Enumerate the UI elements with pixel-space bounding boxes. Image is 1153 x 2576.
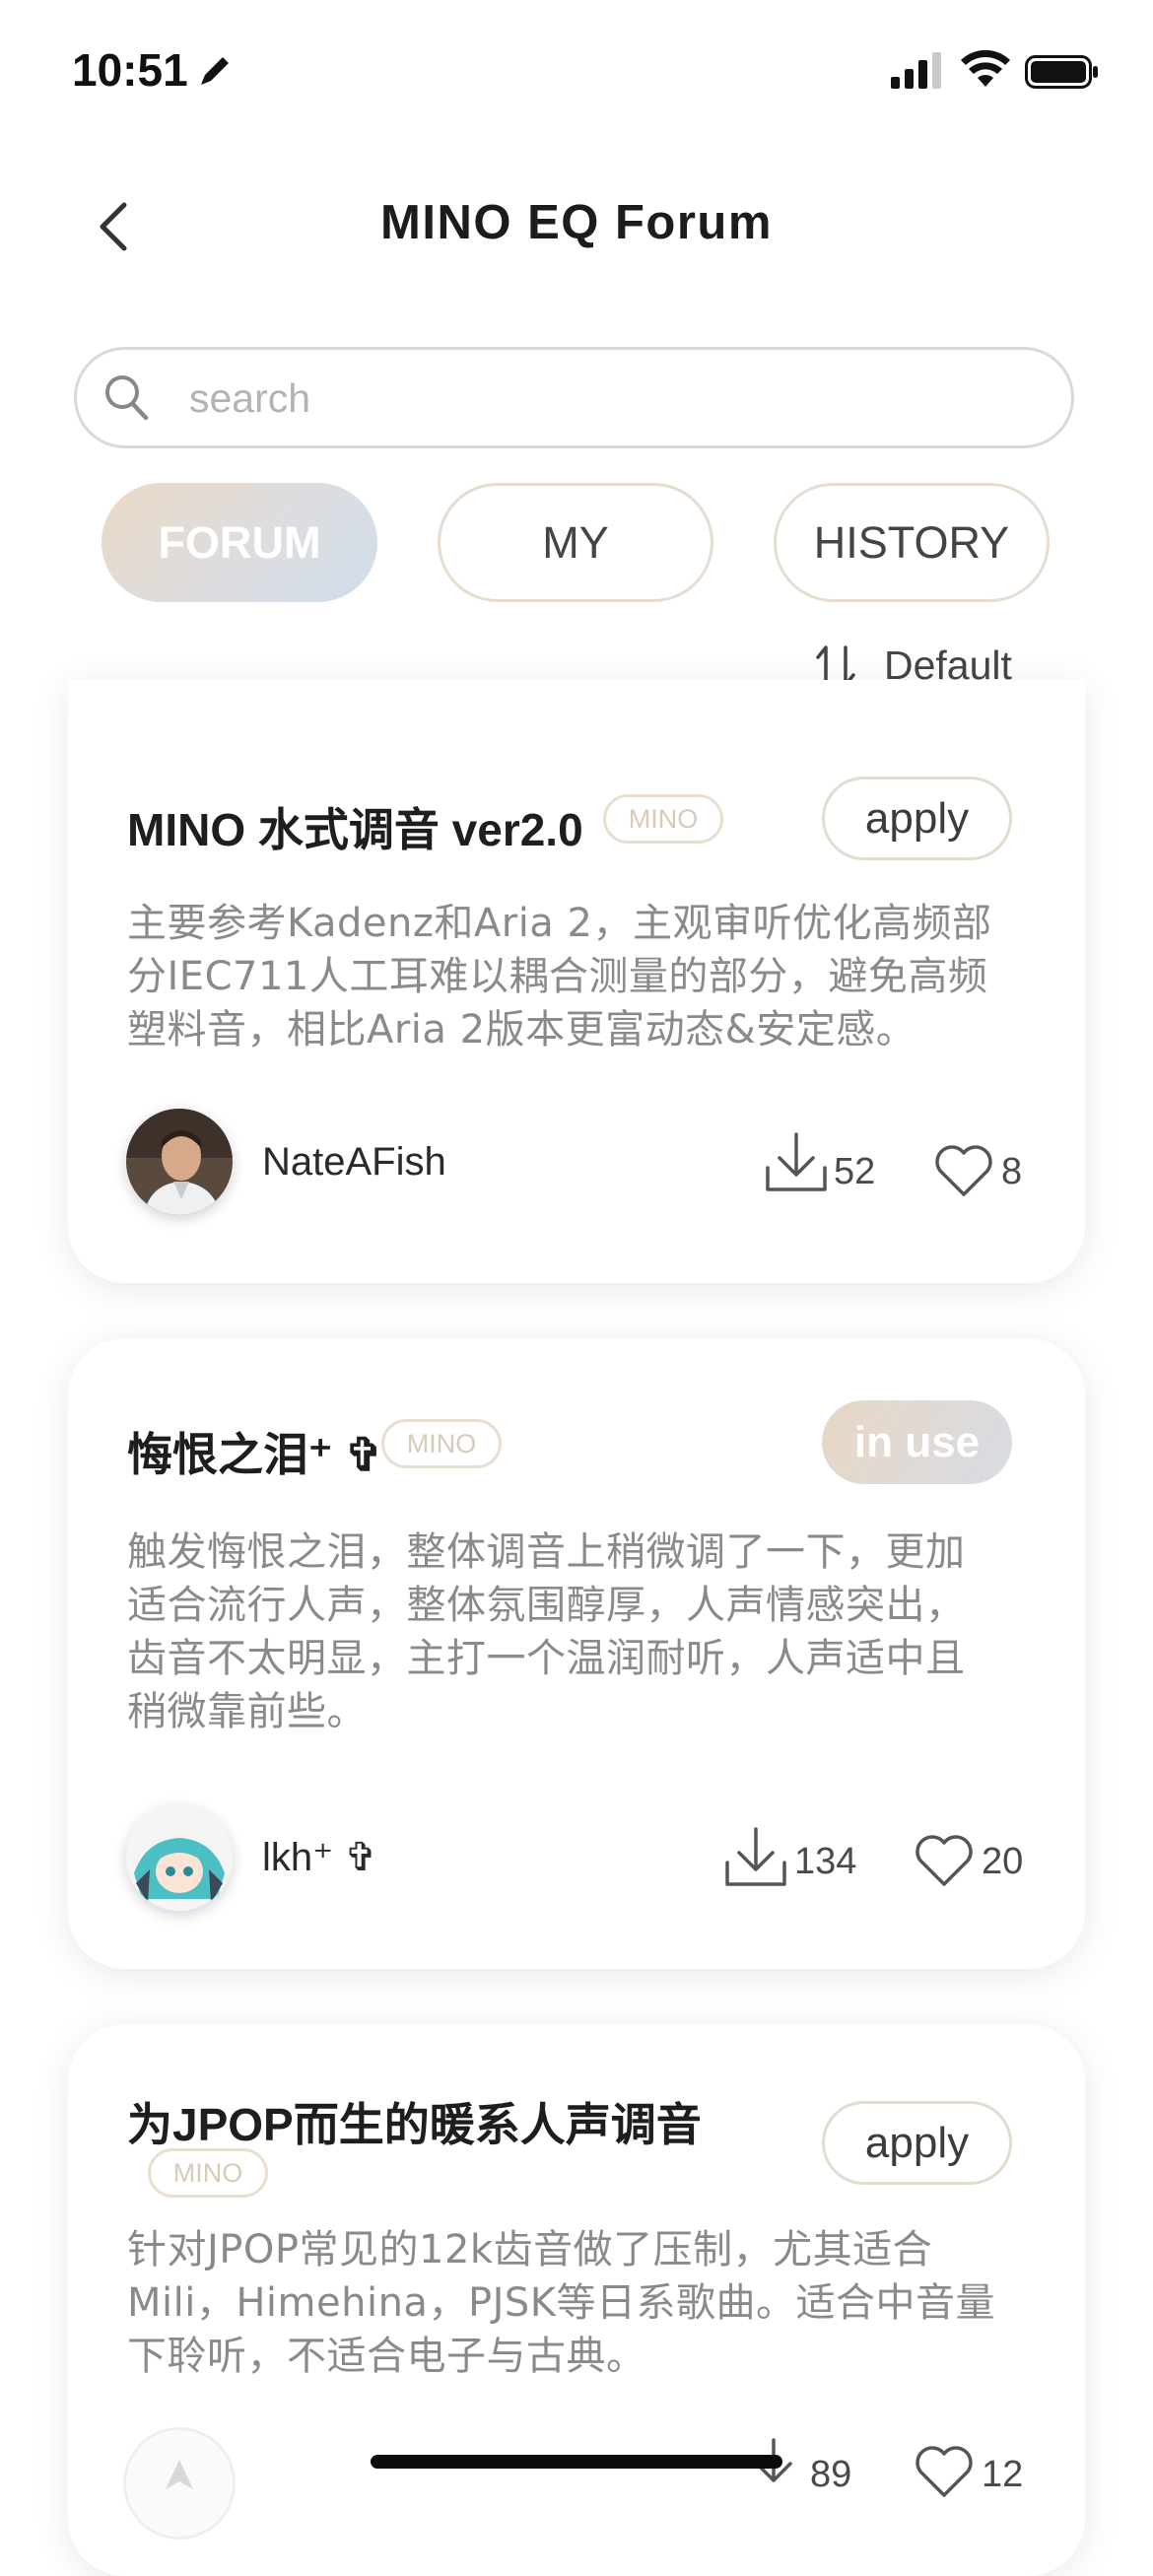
search-icon	[105, 375, 149, 421]
avatar-image	[126, 1109, 233, 1215]
brand-tag: MINO	[381, 1419, 502, 1468]
post-title: MINO 水式调音 ver2.0	[127, 804, 583, 855]
search-input[interactable]	[187, 363, 1039, 434]
download-count: 134	[794, 1841, 857, 1882]
description-line: 主要参考Kadenz和Aria 2，主观审听优化高频部	[127, 901, 992, 946]
like-count: 20	[982, 1841, 1024, 1882]
post-description: 触发悔恨之泪，整体调音上稍微调了一下，更加 适合流行人声，整体氛围醇厚，人声情感…	[127, 1525, 1024, 1738]
description-line: 分IEC711人工耳难以耦合测量的部分，避免高频	[127, 954, 988, 999]
battery-icon	[1025, 55, 1098, 89]
avatar-image	[126, 1804, 233, 1911]
heart-icon[interactable]	[914, 2444, 975, 2499]
description-line: 下聆听，不适合电子与古典。	[127, 2334, 646, 2379]
pencil-icon	[201, 57, 229, 85]
description-line: 针对JPOP常见的12k齿音做了压制，尤其适合	[127, 2227, 933, 2272]
apply-button[interactable]: apply	[822, 2101, 1012, 2185]
tab-forum[interactable]: FORUM	[102, 483, 377, 602]
description-line: 适合流行人声，整体氛围醇厚，人声情感突出，	[127, 1583, 966, 1628]
like-count: 8	[1001, 1151, 1023, 1192]
page-title: MINO EQ Forum	[380, 196, 773, 249]
tab-my[interactable]: MY	[438, 483, 713, 602]
wifi-icon	[961, 49, 1010, 87]
download-icon[interactable]	[723, 1823, 788, 1890]
description-line: 塑料音，相比Aria 2版本更富动态&安定感。	[127, 1007, 916, 1052]
description-line: 齿音不太明显，主打一个温润耐听，人声适中且	[127, 1636, 966, 1681]
brand-tag: MINO	[603, 794, 723, 844]
cellular-signal-icon	[891, 52, 941, 89]
download-icon[interactable]	[764, 1128, 829, 1195]
post-title: 悔恨之泪⁺ ✞	[127, 1429, 383, 1480]
heart-icon[interactable]	[933, 1143, 994, 1198]
brand-tag: MINO	[148, 2148, 268, 2198]
apply-button[interactable]: apply	[822, 777, 1012, 860]
avatar[interactable]	[126, 2430, 233, 2537]
avatar[interactable]	[126, 1804, 233, 1911]
download-count: 52	[834, 1151, 876, 1192]
author-name: lkh⁺ ✞	[262, 1836, 377, 1879]
post-title: 为JPOP而生的暖系人声调音	[127, 2099, 702, 2150]
tab-history[interactable]: HISTORY	[774, 483, 1050, 602]
author-name: NateAFish	[262, 1140, 446, 1184]
heart-icon[interactable]	[914, 1833, 975, 1888]
download-count: 89	[810, 2454, 852, 2495]
in-use-button[interactable]: in use	[822, 1400, 1012, 1484]
description-line: 触发悔恨之泪，整体调音上稍微调了一下，更加	[127, 1529, 966, 1575]
description-line: Mili，Himehina，PJSK等日系歌曲。适合中音量	[127, 2280, 995, 2326]
avatar-image	[126, 2430, 233, 2537]
status-time: 10:51	[72, 44, 188, 96]
home-indicator[interactable]	[371, 2455, 782, 2469]
like-count: 12	[982, 2454, 1024, 2495]
post-description: 针对JPOP常见的12k齿音做了压制，尤其适合 Mili，Himehina，PJ…	[127, 2223, 1024, 2383]
avatar[interactable]	[126, 1109, 233, 1215]
post-description: 主要参考Kadenz和Aria 2，主观审听优化高频部 分IEC711人工耳难以…	[127, 897, 1024, 1056]
description-line: 稍微靠前些。	[127, 1689, 367, 1734]
